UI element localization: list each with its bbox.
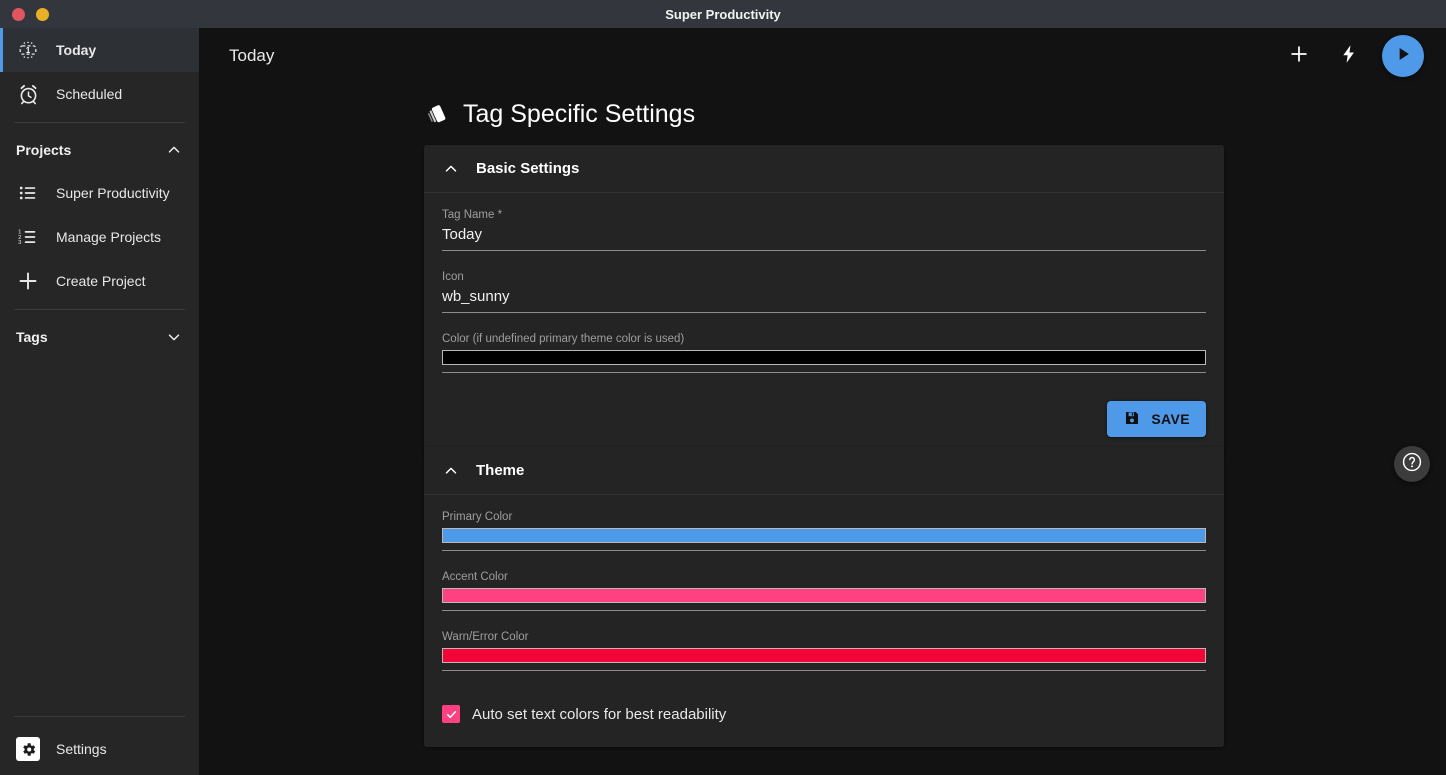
- field-color-label: Color (if undefined primary theme color …: [442, 333, 685, 345]
- warn-color-wrap: [442, 648, 1206, 671]
- play-button[interactable]: [1382, 35, 1424, 77]
- page-title-text: Tag Specific Settings: [463, 100, 696, 128]
- sidebar-item-super-productivity[interactable]: Super Productivity: [0, 171, 199, 215]
- primary-color-swatch[interactable]: [442, 528, 1206, 543]
- field-primary-color-label: Primary Color: [442, 511, 513, 523]
- field-primary-color: Primary Color: [442, 511, 1206, 551]
- field-accent-color-label: Accent Color: [442, 571, 508, 583]
- svg-text:3: 3: [18, 240, 21, 246]
- sidebar-divider-3: [14, 716, 185, 717]
- window-title: Super Productivity: [665, 6, 781, 22]
- window-controls: [0, 7, 49, 21]
- help-circle-icon: [1401, 451, 1423, 478]
- page-title: Tag Specific Settings: [425, 100, 1446, 129]
- basic-settings-body: Tag Name * Icon Color (if undefined prim…: [424, 193, 1224, 373]
- sidebar-item-settings-label: Settings: [56, 741, 107, 757]
- sidebar-divider-2: [14, 309, 185, 310]
- basic-settings-header[interactable]: Basic Settings: [424, 145, 1224, 193]
- help-button[interactable]: [1394, 446, 1430, 482]
- gear-icon: [16, 737, 40, 761]
- tag-color-swatch[interactable]: [442, 350, 1206, 365]
- save-button-label: SAVE: [1151, 411, 1190, 427]
- window-close-button[interactable]: [12, 7, 25, 21]
- sidebar-item-manage-projects-label: Manage Projects: [56, 229, 162, 245]
- icon-input[interactable]: [442, 288, 1206, 313]
- play-icon: [1393, 44, 1413, 69]
- theme-body: Primary Color Accent Color Warn/Error Co…: [424, 495, 1224, 671]
- primary-color-wrap: [442, 528, 1206, 551]
- chevron-up-icon: [442, 462, 460, 480]
- color-input-wrap: [442, 350, 1206, 373]
- theme-title: Theme: [476, 462, 525, 479]
- chevron-down-icon: [165, 328, 183, 346]
- sidebar-item-create-project-label: Create Project: [56, 273, 146, 289]
- theme-header[interactable]: Theme: [424, 447, 1224, 495]
- save-floppy-icon: [1123, 409, 1141, 430]
- sidebar-item-scheduled-label: Scheduled: [56, 86, 123, 102]
- sidebar-section-projects-label: Projects: [16, 142, 72, 158]
- auto-text-colors-checkbox[interactable]: [442, 705, 460, 723]
- sidebar-divider-1: [14, 122, 185, 123]
- chevron-up-icon: [165, 141, 183, 159]
- field-color: Color (if undefined primary theme color …: [442, 333, 1206, 373]
- auto-text-colors-label: Auto set text colors for best readabilit…: [472, 705, 727, 723]
- main-content: Tag Specific Settings Basic Settings Tag…: [199, 84, 1446, 775]
- quick-action-button[interactable]: [1332, 39, 1366, 73]
- field-icon: Icon: [442, 271, 1206, 313]
- sidebar-item-settings[interactable]: Settings: [0, 723, 199, 775]
- sidebar-item-create-project[interactable]: Create Project: [0, 259, 199, 303]
- sidebar-item-super-productivity-label: Super Productivity: [56, 185, 170, 201]
- sidebar-item-manage-projects[interactable]: 1 2 3 Manage Projects: [0, 215, 199, 259]
- lightning-bolt-icon: [1338, 43, 1360, 70]
- tag-name-input[interactable]: [442, 226, 1206, 251]
- alarm-clock-icon: [16, 82, 40, 106]
- sidebar-section-projects[interactable]: Projects: [0, 129, 199, 171]
- sidebar: 1 Today Scheduled Projects Super Product…: [0, 28, 199, 775]
- basic-settings-title: Basic Settings: [476, 160, 580, 177]
- add-task-button[interactable]: [1282, 39, 1316, 73]
- sidebar-item-scheduled[interactable]: Scheduled: [0, 72, 199, 116]
- save-button[interactable]: SAVE: [1107, 401, 1206, 437]
- sidebar-item-today-label: Today: [56, 42, 97, 58]
- warn-color-swatch[interactable]: [442, 648, 1206, 663]
- list-icon: [16, 181, 40, 205]
- window-minimize-button[interactable]: [36, 7, 49, 21]
- tag-style-icon: [425, 103, 449, 127]
- top-toolbar: Today: [199, 28, 1446, 84]
- auto-text-colors-row[interactable]: Auto set text colors for best readabilit…: [424, 691, 1224, 747]
- ordered-list-icon: 1 2 3: [16, 225, 40, 249]
- accent-color-swatch[interactable]: [442, 588, 1206, 603]
- chevron-up-icon: [442, 160, 460, 178]
- svg-text:1: 1: [26, 46, 31, 55]
- window-titlebar: Super Productivity: [0, 0, 1446, 28]
- plus-icon: [1288, 43, 1310, 70]
- today-icon: 1: [16, 38, 40, 62]
- field-warn-color: Warn/Error Color: [442, 631, 1206, 671]
- field-icon-label: Icon: [442, 271, 464, 283]
- sidebar-section-tags[interactable]: Tags: [0, 316, 199, 358]
- page-breadcrumb-title: Today: [229, 46, 275, 65]
- field-accent-color: Accent Color: [442, 571, 1206, 611]
- theme-panel: Theme Primary Color Accent Color Warn/Er…: [424, 447, 1224, 747]
- field-tag-name: Tag Name *: [442, 209, 1206, 251]
- toolbar-actions: [1282, 35, 1446, 77]
- sidebar-item-today[interactable]: 1 Today: [0, 28, 199, 72]
- sidebar-section-tags-label: Tags: [16, 329, 48, 345]
- field-warn-color-label: Warn/Error Color: [442, 631, 529, 643]
- basic-settings-panel: Basic Settings Tag Name * Icon Color (if…: [424, 145, 1224, 459]
- field-tag-name-label: Tag Name *: [442, 209, 503, 221]
- accent-color-wrap: [442, 588, 1206, 611]
- plus-icon: [16, 269, 40, 293]
